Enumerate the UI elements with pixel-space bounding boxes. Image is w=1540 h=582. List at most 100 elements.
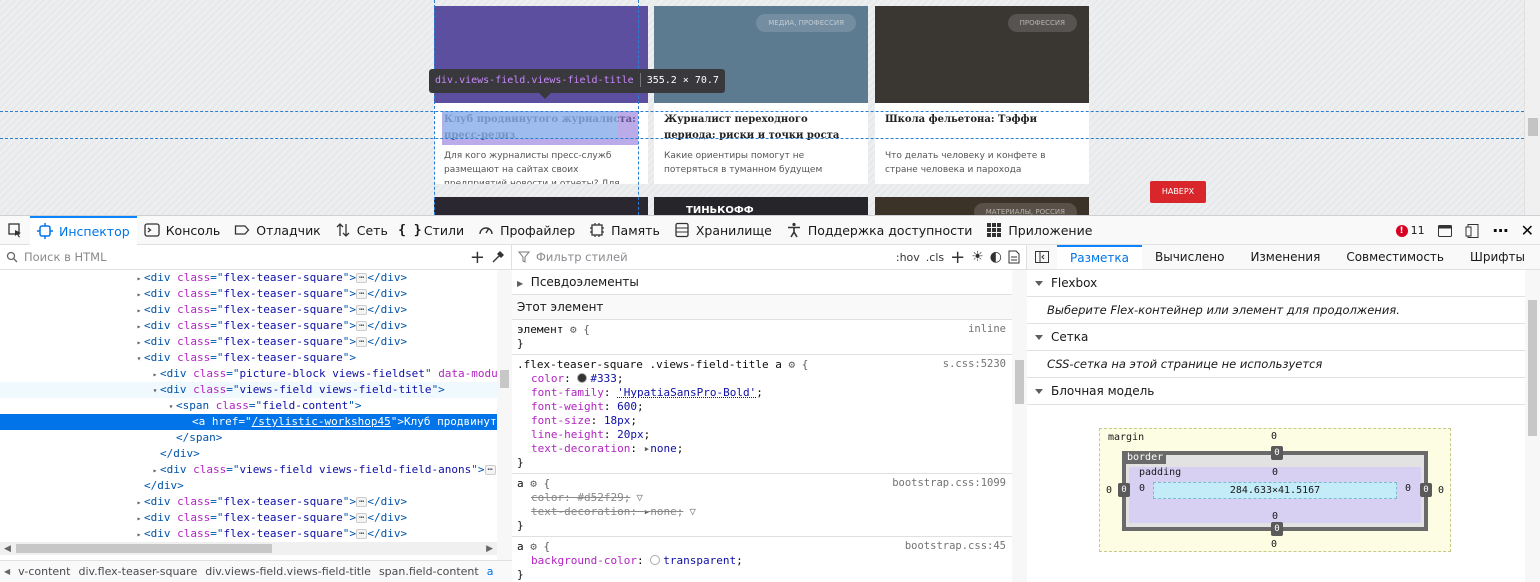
border-bottom-value[interactable]: 0 — [1271, 522, 1283, 536]
property-name[interactable]: font-family — [531, 386, 604, 399]
css-declaration[interactable]: color: #d52f29; ▽ — [517, 491, 1007, 505]
markup-node[interactable]: ▸<div class="flex-teaser-square">⋯</div> — [0, 526, 497, 542]
styles-filter-input[interactable] — [536, 250, 890, 264]
boxmodel-section-header[interactable]: Блочная модель — [1027, 378, 1540, 405]
margin-left-value[interactable]: 0 — [1106, 485, 1112, 496]
property-value[interactable]: none — [650, 505, 677, 518]
markup-node[interactable]: </div> — [0, 446, 497, 462]
highlight-selector-icon[interactable]: ⚙ { — [563, 323, 590, 336]
markup-horizontal-scrollbar[interactable]: ◀ ▶ — [0, 542, 497, 555]
expand-toggle-icon[interactable]: ▸ — [134, 287, 144, 303]
css-declaration[interactable]: text-decoration: ▸none; ▽ — [517, 505, 1007, 519]
teaser-title[interactable]: Школа фельетона: Тэффи — [885, 112, 1081, 128]
border-left-value[interactable]: 0 — [1118, 483, 1130, 497]
collapsed-children-badge[interactable]: ⋯ — [355, 289, 368, 299]
property-value[interactable]: 18px — [604, 414, 631, 427]
teaser-card[interactable] — [434, 197, 648, 215]
rule-selector[interactable]: .flex-teaser-square .views-field-title a — [517, 358, 782, 371]
collapsed-children-badge[interactable]: ⋯ — [355, 321, 368, 331]
collapsed-children-badge[interactable]: ⋯ — [355, 305, 368, 315]
expand-toggle-icon[interactable]: ▾ — [134, 351, 144, 367]
expand-toggle-icon[interactable]: ▸ — [150, 367, 160, 383]
breadcrumb-item[interactable]: div.views-field.views-field-title — [205, 565, 371, 578]
tab-inspector[interactable]: Инспектор — [30, 215, 137, 245]
tab-profiler[interactable]: Профайлер — [471, 216, 582, 245]
expand-toggle-icon[interactable]: ▸ — [134, 335, 144, 351]
teaser-title[interactable]: Журналист переходного периода: риски и т… — [664, 112, 860, 144]
teaser-card[interactable]: МАТЕРИАЛЫ, РОССИЯ — [875, 197, 1089, 215]
tab-console[interactable]: Консоль — [137, 216, 228, 245]
markup-node[interactable]: ▸<div class="flex-teaser-square">⋯</div> — [0, 318, 497, 334]
markup-node[interactable]: </span> — [0, 430, 497, 446]
property-value[interactable]: 'HypatiaSansPro-Bold' — [617, 386, 756, 399]
sidebar-tab[interactable]: Разметка — [1057, 245, 1142, 269]
layout-scrollbar[interactable] — [1525, 270, 1540, 582]
responsive-design-icon[interactable] — [1437, 223, 1453, 239]
tab-style-editor[interactable]: { } Стили — [395, 216, 471, 245]
add-node-icon[interactable]: + — [470, 247, 485, 268]
property-value[interactable]: 20px — [617, 428, 644, 441]
padding-right-value[interactable]: 0 — [1405, 483, 1411, 494]
teaser-card[interactable]: ТИНЬКОФФ — [654, 197, 868, 215]
add-rule-icon[interactable]: + — [950, 247, 965, 268]
html-search-input[interactable] — [24, 250, 464, 264]
markup-node[interactable]: <a href="/stylistic-workshop45">Клуб про… — [0, 414, 497, 430]
collapsed-children-badge[interactable]: ⋯ — [355, 497, 368, 507]
tab-application[interactable]: Приложение — [979, 216, 1099, 245]
markup-node[interactable]: ▸<div class="flex-teaser-square">⋯</div> — [0, 510, 497, 526]
breadcrumb-item[interactable]: div.flex-teaser-square — [78, 565, 197, 578]
css-declaration[interactable]: font-size: 18px; — [517, 414, 1007, 428]
property-value[interactable]: #d52f29 — [577, 491, 623, 504]
light-theme-icon[interactable]: ☀ — [971, 249, 984, 265]
teaser-tag[interactable]: МЕДИА, ПРОФЕССИЯ — [756, 14, 856, 32]
collapsed-children-badge[interactable]: ⋯ — [355, 529, 368, 539]
teaser-card[interactable]: ПРОФЕССИЯ Школа фельетона: Тэффи Что делат… — [875, 6, 1089, 184]
teaser-tag[interactable]: МАТЕРИАЛЫ, РОССИЯ — [973, 203, 1077, 215]
border-top-value[interactable]: 0 — [1271, 446, 1283, 460]
markup-node[interactable]: ▾ <div class="flex-teaser-square"> — [0, 350, 497, 366]
filter-overridden-icon[interactable]: ▽ — [636, 491, 643, 505]
sidebar-tab[interactable]: Шрифты — [1457, 245, 1538, 269]
css-declaration[interactable]: font-family: 'HypatiaSansPro-Bold'; — [517, 386, 1007, 400]
highlight-selector-icon[interactable]: ⚙ { — [524, 540, 550, 553]
dock-side-icon[interactable] — [1465, 223, 1481, 239]
markup-node[interactable]: ▸ <div class="picture-block views-fieldse… — [0, 366, 497, 382]
property-value[interactable]: #333 — [590, 372, 617, 385]
property-value[interactable]: none — [650, 442, 677, 455]
sidebar-tab[interactable]: Вычислено — [1142, 245, 1237, 269]
expand-toggle-icon[interactable]: ▸ — [134, 511, 144, 527]
flexbox-section-header[interactable]: Flexbox — [1027, 270, 1540, 297]
margin-bottom-value[interactable]: 0 — [1271, 539, 1277, 550]
property-name[interactable]: color — [531, 491, 564, 504]
margin-top-value[interactable]: 0 — [1271, 431, 1277, 442]
property-name[interactable]: line-height — [531, 428, 604, 441]
expand-toggle-icon[interactable]: ▸ — [134, 271, 144, 287]
css-declaration[interactable]: font-weight: 600; — [517, 400, 1007, 414]
border-right-value[interactable]: 0 — [1420, 483, 1432, 497]
pseudo-elements-header[interactable]: ▶ Псевдоэлементы — [512, 270, 1012, 295]
sidebar-tab[interactable]: Совместимость — [1333, 245, 1457, 269]
grid-section-header[interactable]: Сетка — [1027, 324, 1540, 351]
markup-node[interactable]: ▸<div class="flex-teaser-square">⋯</div> — [0, 270, 497, 286]
rule-selector[interactable]: элемент — [517, 323, 563, 336]
markup-node[interactable]: </div> — [0, 478, 497, 494]
property-value[interactable]: transparent — [663, 554, 736, 567]
css-declaration[interactable]: background-color: transparent; — [517, 554, 1007, 568]
markup-vertical-scrollbar[interactable] — [497, 270, 512, 560]
markup-node[interactable]: ▸<div class="flex-teaser-square">⋯</div> — [0, 302, 497, 318]
filter-overridden-icon[interactable]: ▽ — [689, 505, 696, 519]
markup-node[interactable]: ▸<div class="flex-teaser-square">⋯</div> — [0, 286, 497, 302]
breadcrumb-item[interactable]: v-content — [18, 565, 70, 578]
property-name[interactable]: text-decoration — [531, 442, 630, 455]
padding-bottom-value[interactable]: 0 — [1272, 511, 1278, 522]
expand-toggle-icon[interactable]: ▸ — [134, 319, 144, 335]
tab-storage[interactable]: Хранилище — [667, 216, 779, 245]
tab-memory[interactable]: Память — [582, 216, 667, 245]
markup-node[interactable]: ▾ <div class="views-field views-field-tit… — [0, 382, 497, 398]
teaser-tag[interactable]: ПРОФЕССИЯ — [1007, 14, 1077, 32]
padding-left-value[interactable]: 0 — [1139, 483, 1145, 494]
css-declaration[interactable]: line-height: 20px; — [517, 428, 1007, 442]
close-icon[interactable]: ✕ — [1521, 221, 1534, 240]
css-declaration[interactable]: color: #333; — [517, 372, 1007, 386]
highlight-selector-icon[interactable]: ⚙ { — [782, 358, 809, 371]
